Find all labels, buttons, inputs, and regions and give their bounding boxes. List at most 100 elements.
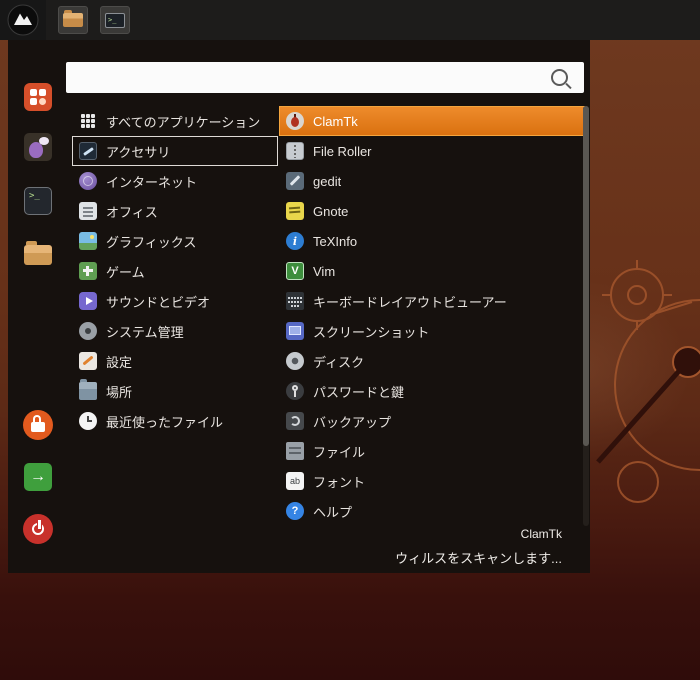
favorite-software-center-button[interactable] (21, 80, 55, 114)
app-screenshot[interactable]: スクリーンショット (279, 316, 585, 346)
help-icon: ? (286, 502, 304, 520)
apps-grid-icon (79, 112, 97, 130)
globe-icon (79, 172, 97, 190)
picture-icon (79, 232, 97, 250)
shut-down-button[interactable] (21, 512, 55, 546)
terminal-icon: >_ (105, 12, 125, 28)
favorite-terminal-button[interactable]: >_ (21, 184, 55, 218)
category-label: システム管理 (106, 324, 184, 340)
category-preferences[interactable]: 設定 (72, 346, 278, 376)
gear-icon (79, 322, 97, 340)
category-label: 最近使ったファイル (106, 414, 224, 430)
category-sound-video[interactable]: サウンドとビデオ (72, 286, 278, 316)
menu-button[interactable] (0, 0, 46, 40)
pencil-icon (286, 172, 304, 190)
keyboard-icon (286, 292, 304, 310)
app-vim[interactable]: V Vim (279, 256, 585, 286)
favorite-file-manager-button[interactable] (21, 238, 55, 272)
category-games[interactable]: ゲーム (72, 256, 278, 286)
selection-status: ClamTk ウィルスをスキャンします... (395, 527, 562, 567)
app-label: パスワードと鍵 (313, 384, 405, 400)
app-texinfo[interactable]: i TeXInfo (279, 226, 585, 256)
app-label: バックアップ (313, 414, 392, 430)
app-clamtk[interactable]: ClamTk (279, 106, 585, 136)
category-internet[interactable]: インターネット (72, 166, 278, 196)
category-system-administration[interactable]: システム管理 (72, 316, 278, 346)
app-file-roller[interactable]: File Roller (279, 136, 585, 166)
category-label: ゲーム (106, 264, 145, 280)
selected-app-name: ClamTk (520, 527, 562, 541)
lock-icon (23, 410, 53, 440)
info-icon: i (286, 232, 304, 250)
category-all-applications[interactable]: すべてのアプリケーション (72, 106, 278, 136)
scrollbar[interactable] (583, 106, 589, 526)
app-label: File Roller (313, 143, 372, 159)
disk-icon (286, 352, 304, 370)
scrollbar-thumb[interactable] (583, 106, 589, 446)
gamepad-icon (79, 262, 97, 280)
wrench-icon (79, 352, 97, 370)
app-label: TeXInfo (313, 233, 358, 249)
search-bar (66, 62, 584, 93)
taskbar: >_ (0, 0, 700, 40)
power-icon (23, 514, 53, 544)
app-label: Vim (313, 263, 336, 279)
folder-icon (63, 10, 83, 27)
category-graphics[interactable]: グラフィックス (72, 226, 278, 256)
lock-screen-button[interactable] (21, 408, 55, 442)
fonts-icon: ab (286, 472, 304, 490)
places-folder-icon (79, 379, 97, 400)
app-disks[interactable]: ディスク (279, 346, 585, 376)
backup-icon (286, 412, 304, 430)
folder-icon (24, 241, 52, 265)
category-label: サウンドとビデオ (106, 294, 211, 310)
application-menu: >_ → すべてのアプリケーション アクセサリ インターネット オフィス グラフ… (8, 40, 590, 573)
app-backup[interactable]: バックアップ (279, 406, 585, 436)
messenger-mascot-icon (24, 133, 52, 161)
terminal-icon: >_ (24, 187, 52, 215)
play-icon (79, 292, 97, 310)
software-center-icon (24, 83, 52, 111)
category-label: 設定 (106, 354, 133, 370)
app-fonts[interactable]: ab フォント (279, 466, 585, 496)
app-passwords-and-keys[interactable]: パスワードと鍵 (279, 376, 585, 406)
taskbar-terminal-button[interactable]: >_ (100, 6, 130, 34)
log-out-arrow-icon: → (24, 463, 52, 491)
accessories-icon (79, 142, 97, 160)
category-recent-files[interactable]: 最近使ったファイル (72, 406, 278, 436)
category-label: インターネット (106, 174, 198, 190)
taskbar-file-manager-button[interactable] (58, 6, 88, 34)
app-help[interactable]: ? ヘルプ (279, 496, 585, 526)
category-office[interactable]: オフィス (72, 196, 278, 226)
app-label: Gnote (313, 203, 349, 219)
app-gnote[interactable]: Gnote (279, 196, 585, 226)
app-label: フォント (313, 474, 366, 490)
app-label: キーボードレイアウトビューアー (313, 294, 507, 310)
app-list: ClamTk File Roller gedit Gnote i TeXInfo … (279, 106, 585, 526)
distro-logo-icon (7, 4, 39, 36)
category-list: すべてのアプリケーション アクセサリ インターネット オフィス グラフィックス … (72, 106, 278, 436)
selected-app-description: ウィルスをスキャンします... (395, 551, 562, 566)
category-label: 場所 (106, 384, 133, 400)
search-icon (551, 69, 568, 86)
file-cabinet-icon (286, 442, 304, 460)
vim-icon: V (286, 262, 304, 280)
app-label: ClamTk (313, 113, 358, 129)
note-icon (286, 202, 304, 220)
log-out-button[interactable]: → (21, 460, 55, 494)
category-label: すべてのアプリケーション (106, 114, 261, 130)
archive-icon (286, 142, 304, 160)
app-keyboard-layout-viewer[interactable]: キーボードレイアウトビューアー (279, 286, 585, 316)
clamtk-bug-icon (286, 112, 304, 130)
category-label: オフィス (106, 204, 158, 220)
app-label: ディスク (313, 354, 365, 370)
search-input[interactable] (66, 69, 551, 86)
app-files[interactable]: ファイル (279, 436, 585, 466)
app-label: ファイル (313, 444, 366, 460)
key-icon (286, 382, 304, 400)
app-gedit[interactable]: gedit (279, 166, 585, 196)
category-label: アクセサリ (106, 144, 171, 160)
category-places[interactable]: 場所 (72, 376, 278, 406)
category-accessories[interactable]: アクセサリ (72, 136, 278, 166)
favorite-messenger-button[interactable] (21, 130, 55, 164)
